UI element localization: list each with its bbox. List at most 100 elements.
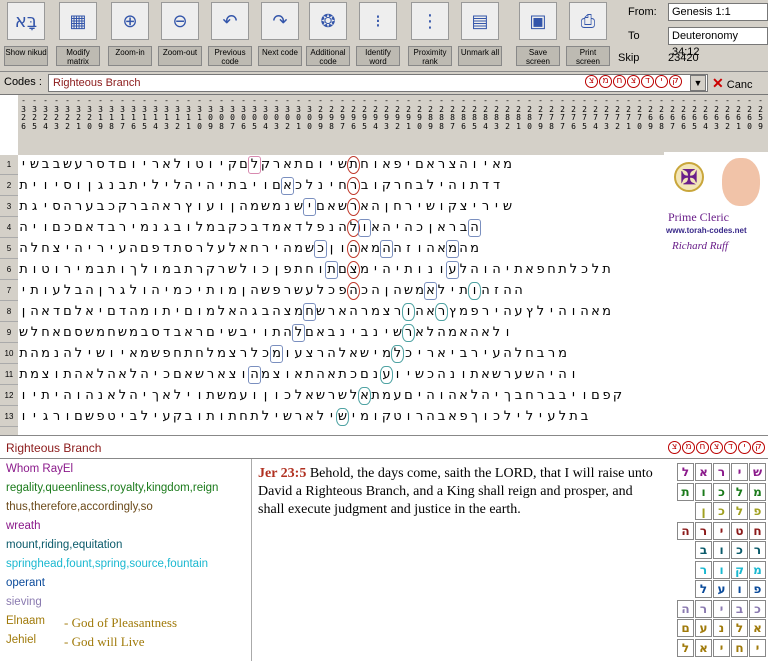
matrix-letter[interactable]: ש [29,155,40,175]
matrix-letter[interactable]: י [161,176,172,196]
matrix-letter[interactable]: א [337,302,348,322]
matrix-letter[interactable]: ת [469,176,480,196]
matrix-letter[interactable]: צ [458,197,469,217]
matrix-letter[interactable]: ל [249,344,260,364]
matrix-letter[interactable]: מ [139,344,150,364]
matrix-letter[interactable]: י [414,344,425,364]
matrix-letter[interactable]: ע [304,281,315,301]
matrix-letter[interactable]: ו [370,176,381,196]
matrix-letter[interactable]: י [194,176,205,196]
matrix-letter[interactable]: ן [381,197,392,217]
matrix-letter[interactable]: ל [227,239,238,259]
matrix-letter[interactable]: ט [392,407,403,427]
matrix-letter[interactable]: ה [29,344,40,364]
matrix-letter[interactable]: ץ [183,197,194,217]
matrix-letter[interactable]: ל [337,344,348,364]
matrix-letter[interactable]: ה [502,344,513,364]
matrix-letter[interactable]: ש [62,155,73,175]
matrix-letter[interactable]: ר [469,344,480,364]
matrix-letter[interactable]: א [414,323,425,343]
matrix-letter[interactable]: כ [282,386,293,406]
matrix-letter[interactable]: פ [469,302,480,322]
toolbar-button-unmark-all[interactable]: ▤ Unmark all [458,2,502,70]
matrix-letter[interactable]: א [348,344,359,364]
matrix-letter[interactable]: ר [205,365,216,385]
matrix-letter[interactable]: ן [238,281,249,301]
matrix-letter[interactable]: י [18,281,29,301]
matrix-letter[interactable]: ש [359,344,370,364]
matrix-letter[interactable]: צ [381,302,392,322]
matrix-letter[interactable]: ל [304,176,315,196]
matrix-letter[interactable]: ש [315,386,326,406]
matrix-letter[interactable]: ש [150,344,161,364]
matrix-letter[interactable]: ת [205,407,216,427]
matrix-letter[interactable]: ל [557,407,568,427]
matrix-letter[interactable]: ת [205,281,216,301]
matrix-letter[interactable]: ש [260,281,271,301]
matrix-letter[interactable]: י [535,407,546,427]
matrix-letter[interactable]: ת [62,365,73,385]
matrix-letter[interactable]: ש [491,365,502,385]
matrix-letter[interactable]: ה [238,197,249,217]
matrix-letter[interactable]: ה [425,386,436,406]
matrix-letter[interactable]: ה [513,281,524,301]
matrix-letter[interactable]: צ [51,239,62,259]
matrix-letter[interactable]: א [227,302,238,322]
matrix-letter[interactable]: כ [260,260,271,280]
matrix-letter[interactable]: ל [491,323,502,343]
matrix-letter[interactable]: ל [590,260,601,280]
matrix-letter[interactable]: י [568,386,579,406]
matrix-letter[interactable]: ר [194,260,205,280]
matrix-letter[interactable]: ר [359,302,370,322]
matrix-letter[interactable]: ק [205,260,216,280]
matrix-letter[interactable]: כ [238,218,249,238]
matrix-letter[interactable]: ה [150,197,161,217]
matrix-letter[interactable]: פ [458,407,469,427]
matrix-letter[interactable]: ב [249,218,260,238]
matrix-letter[interactable]: ר [172,197,183,217]
matrix-letter[interactable]: ו [458,365,469,385]
matrix-letter[interactable]: פ [315,218,326,238]
matrix-letter[interactable]: ל [150,176,161,196]
matrix-letter[interactable]: י [414,197,425,217]
matrix-letter[interactable]: ב [414,176,425,196]
matrix-letter[interactable]: ק [172,407,183,427]
matrix-letter[interactable]: ר [293,407,304,427]
matrix-letter[interactable]: צ [282,302,293,322]
matrix-letter[interactable]: מ [29,365,40,385]
matrix-letter[interactable]: ו [51,365,62,385]
matrix-letter[interactable]: ת [271,323,282,343]
matrix-letter[interactable]: ם [590,386,601,406]
matrix-letter[interactable]: ה [579,302,590,322]
matrix-letter[interactable]: ש [227,260,238,280]
matrix-letter[interactable]: ה [535,365,546,385]
matrix-letter[interactable]: ה [183,176,194,196]
matrix-letter[interactable]: ש [425,197,436,217]
matrix-letter[interactable]: י [414,386,425,406]
matrix-letter[interactable]: ב [40,155,51,175]
matrix-letter[interactable]: ה [392,281,403,301]
matrix-letter[interactable]: ח [40,323,51,343]
matrix-letter[interactable]: ס [62,176,73,196]
matrix-letter[interactable]: ו [62,407,73,427]
matrix-letter[interactable]: ב [436,407,447,427]
matrix-letter[interactable]: ת [40,386,51,406]
matrix-letter[interactable]: א [161,155,172,175]
matrix-letter[interactable]: י [216,323,227,343]
matrix-letter[interactable]: ש [293,281,304,301]
matrix-letter[interactable]: ו [51,260,62,280]
matrix-letter[interactable]: מ [271,218,282,238]
matrix-letter[interactable]: ה [271,302,282,322]
matrix-letter[interactable]: ק [447,197,458,217]
matrix-letter[interactable]: נ [337,323,348,343]
matrix-letter[interactable]: ת [568,407,579,427]
matrix-letter[interactable]: ו [73,176,84,196]
matrix-letter[interactable]: ס [183,239,194,259]
matrix-letter[interactable]: א [381,155,392,175]
matrix-letter[interactable]: י [29,218,40,238]
matrix-letter[interactable]: ה [381,260,392,280]
matrix-letter[interactable]: י [139,176,150,196]
matrix-letter[interactable]: ת [161,302,172,322]
matrix-letter[interactable]: ר [425,344,436,364]
matrix-letter[interactable]: כ [161,365,172,385]
